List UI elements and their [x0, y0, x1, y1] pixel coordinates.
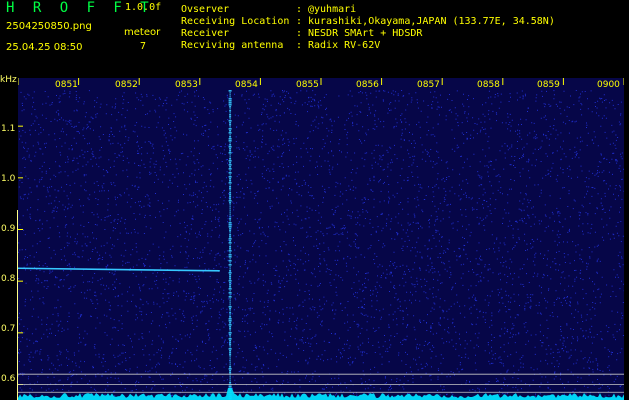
time-tick-label: 0855 [296, 80, 319, 90]
time-tick-label: 0859 [537, 80, 560, 90]
y-axis-line [17, 210, 18, 400]
spectrogram-canvas [18, 78, 624, 400]
noise-speckle [18, 90, 624, 400]
y-tick-label: 0.8 [1, 274, 16, 284]
app-version: 1.0.0f [125, 2, 162, 13]
spectrogram-panel [18, 78, 624, 400]
y-tick-label: 1.0 [1, 174, 16, 184]
observer-value: @yuhmari [308, 4, 357, 15]
info-separator: : [296, 28, 303, 39]
time-tick-label: 0854 [235, 80, 258, 90]
time-tick-label: 0900 [597, 80, 620, 90]
time-tick-label: 0853 [175, 80, 198, 90]
antenna-label: Recviving antenna [181, 40, 284, 51]
location-value: kurashiki,Okayama,JAPAN (133.77E, 34.58N… [308, 16, 555, 27]
file-name: 2504250850.png [6, 21, 92, 32]
time-tick-label: 0857 [417, 80, 440, 90]
meteor-label: meteor [124, 27, 161, 38]
y-unit-label: kHz [0, 75, 17, 85]
location-label: Receiving Location [181, 16, 290, 27]
info-separator: : [296, 4, 303, 15]
header-panel: H R O F F T 1.0.0f 2504250850.png meteor… [0, 0, 629, 78]
carrier-trace [18, 267, 220, 272]
y-tick-label: 1.1 [1, 124, 16, 134]
timestamp: 25.04.25 08:50 [6, 42, 83, 53]
antenna-value: Radix RV-62V [308, 40, 381, 51]
time-tick-label: 0851 [55, 80, 78, 90]
y-tick-label: 0.6 [1, 374, 16, 384]
meteor-count: 7 [140, 41, 147, 52]
time-tick-label: 0856 [356, 80, 379, 90]
time-tick-label: 0858 [477, 80, 500, 90]
info-separator: : [296, 16, 303, 27]
time-tick-label: 0852 [115, 80, 138, 90]
y-tick-label: 0.9 [1, 224, 16, 234]
y-tick-label: 0.7 [1, 324, 16, 334]
meteor-burst [228, 90, 232, 400]
observer-label: Ovserver [181, 4, 230, 15]
amplitude-trace [18, 388, 624, 400]
info-separator: : [296, 40, 303, 51]
receiver-label: Receiver [181, 28, 230, 39]
receiver-value: NESDR SMArt + HDSDR [308, 28, 423, 39]
